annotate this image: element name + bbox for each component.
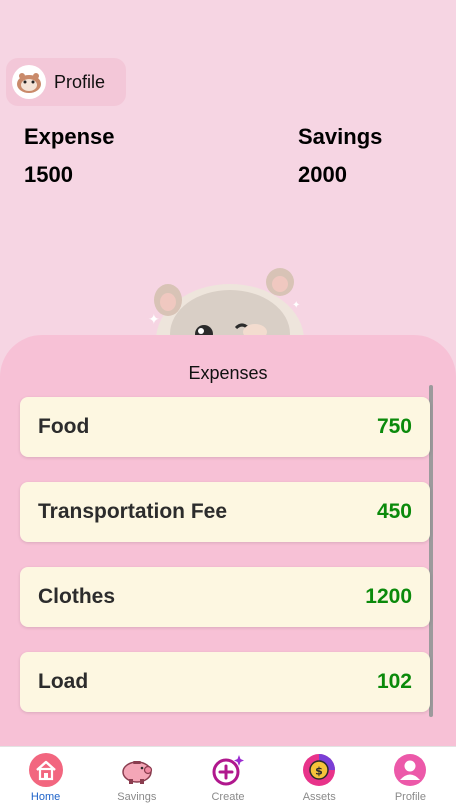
coin-chart-icon: $ [300,751,338,789]
nav-label: Savings [117,791,157,803]
nav-profile[interactable]: Profile [365,747,456,809]
expense-value: 1500 [24,162,73,187]
expense-amount: 450 [376,500,412,523]
nav-home[interactable]: Home [0,747,91,809]
nav-create[interactable]: Create [182,747,273,809]
svg-text:$: $ [315,765,323,778]
svg-text:✦: ✦ [292,300,300,311]
expense-label: Expense [24,124,115,149]
expense-name: Load [38,670,89,693]
expenses-panel: Expenses Food 750 Transportation Fee 450… [0,335,456,747]
savings-value: 2000 [298,162,347,187]
home-icon [27,751,65,789]
expense-amount: 750 [376,415,412,438]
piggy-bank-icon [118,751,156,789]
expense-amount: 1200 [365,585,412,608]
hamster-avatar-icon [12,65,46,99]
expense-item-clothes[interactable]: Clothes 1200 [20,567,430,627]
savings-label: Savings [298,124,383,149]
profile-button[interactable]: Profile [6,58,126,106]
nav-label: Profile [394,791,426,803]
expense-name: Food [38,415,90,438]
svg-text:✦: ✦ [148,312,160,328]
nav-label: Create [211,791,245,803]
expense-item-food[interactable]: Food 750 [20,397,430,457]
savings-summary: Savings 2000 [298,122,382,190]
plus-sparkle-icon [209,751,247,789]
expense-summary: Expense 1500 [24,122,115,190]
profile-label: Profile [54,71,106,92]
expenses-title: Expenses [188,363,268,383]
bottom-nav: Home Savings Create $ Assets Profile [0,746,456,809]
expense-amount: 102 [376,670,412,693]
nav-savings[interactable]: Savings [91,747,182,809]
expense-item-transportation-fee[interactable]: Transportation Fee 450 [20,482,430,542]
expense-name: Clothes [38,585,116,608]
user-icon [391,751,429,789]
nav-label: Assets [302,791,336,803]
expense-item-load[interactable]: Load 102 [20,652,430,712]
expense-name: Transportation Fee [38,500,228,523]
nav-label: Home [30,791,61,803]
nav-assets[interactable]: $ Assets [274,747,365,809]
